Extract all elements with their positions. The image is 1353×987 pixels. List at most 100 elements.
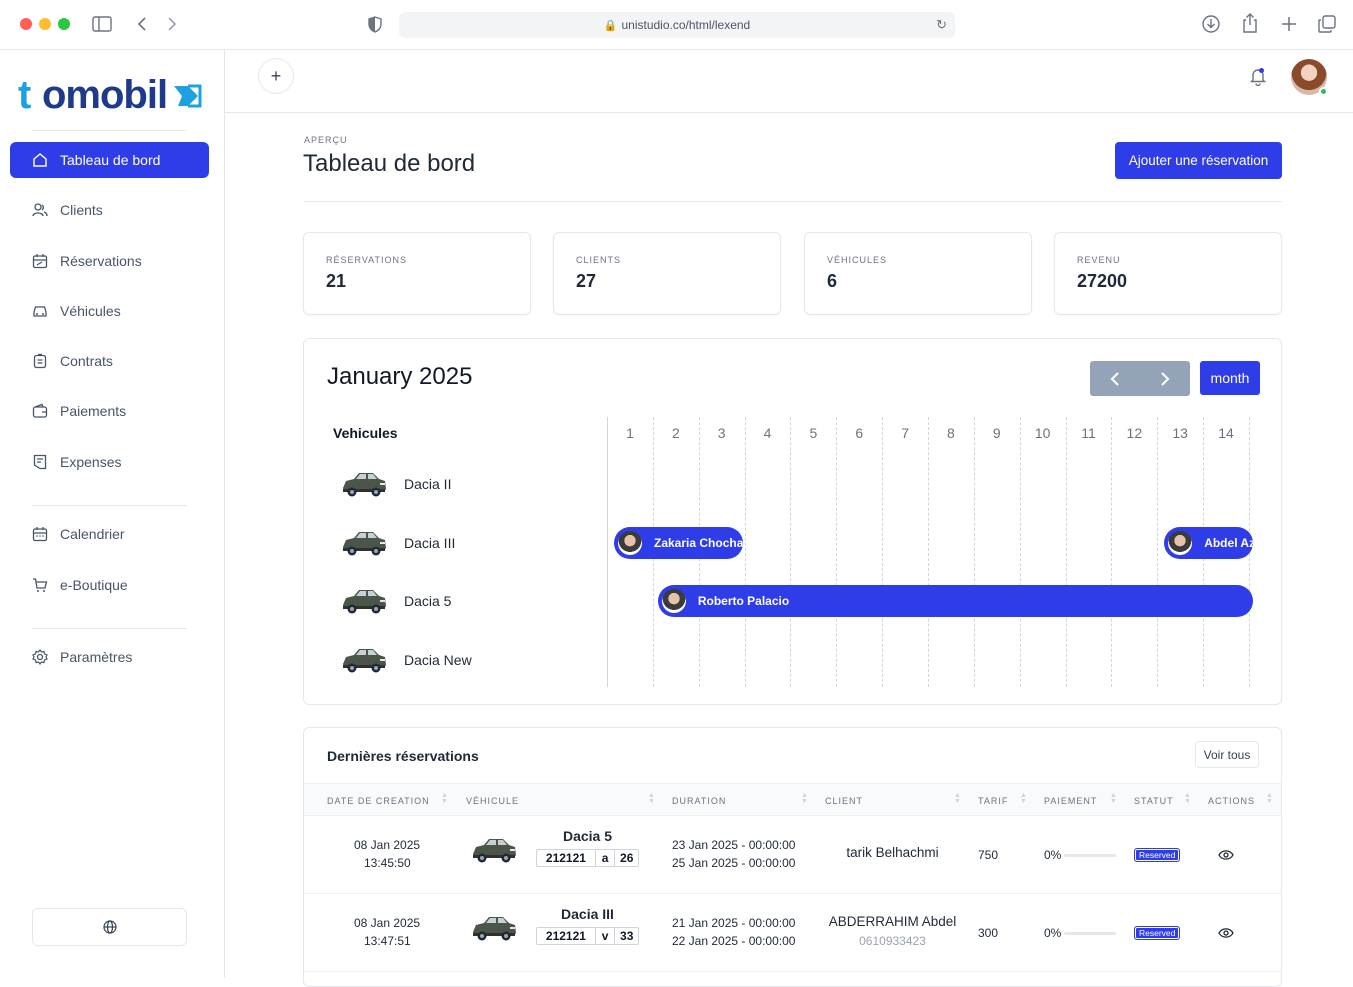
- license-plate: 212121 a 26: [536, 849, 639, 867]
- view-all-button[interactable]: Voir tous: [1195, 741, 1259, 768]
- header-divider: [304, 201, 1282, 202]
- sidebar-item-calendrier[interactable]: Calendrier: [10, 516, 209, 552]
- sort-icon[interactable]: ▲ ▼: [954, 792, 961, 805]
- sidebar-item-paiements[interactable]: Paiements: [10, 393, 209, 429]
- payment-percent: 0%: [1044, 848, 1062, 862]
- stat-value: 27: [576, 271, 597, 291]
- page-title: Tableau de bord: [303, 150, 476, 177]
- stat-label: CLIENTS: [576, 255, 622, 265]
- browser-toolbar: 🔒 unistudio.co/html/lexend ↻: [0, 0, 1353, 50]
- sort-icon[interactable]: ▲ ▼: [1020, 792, 1027, 805]
- eye-icon[interactable]: [1218, 849, 1234, 861]
- sidebar-item-parametres[interactable]: Paramètres: [10, 639, 209, 675]
- shield-icon[interactable]: [368, 16, 382, 33]
- sidebar-item-tableau-de-bord[interactable]: Tableau de bord: [10, 142, 209, 178]
- chevron-right-icon: [1161, 371, 1170, 386]
- column-header-client[interactable]: CLIENT: [825, 796, 863, 806]
- reload-icon[interactable]: ↻: [936, 12, 947, 38]
- plate-letter: a: [596, 850, 616, 866]
- vehicle-name: Dacia New: [404, 652, 472, 669]
- calendar-next-button[interactable]: [1140, 361, 1190, 396]
- gear-icon: [32, 649, 48, 665]
- sort-icon[interactable]: ▲ ▼: [441, 792, 448, 805]
- sidebar-item-reservations[interactable]: Réservations: [10, 243, 209, 279]
- day-column[interactable]: [1157, 417, 1159, 687]
- eye-icon[interactable]: [1218, 927, 1234, 939]
- day-column[interactable]: [1065, 417, 1067, 687]
- new-tab-icon[interactable]: [1281, 16, 1297, 32]
- tabs-overview-icon[interactable]: [1318, 15, 1336, 33]
- sort-icon[interactable]: ▲ ▼: [1266, 792, 1273, 805]
- table-row[interactable]: 08 Jan 2025 13:47:51 Dacia III 212121 v 33 21 …: [304, 894, 1281, 972]
- svg-text:omobil: omobil: [42, 73, 167, 116]
- logo[interactable]: t omobil: [18, 72, 202, 120]
- vehicle-name: Dacia III: [404, 534, 456, 551]
- day-column[interactable]: [973, 417, 975, 687]
- day-column[interactable]: [607, 417, 608, 687]
- sidebar-item-label: Expenses: [60, 454, 122, 470]
- minimize-window-button[interactable]: [39, 18, 51, 30]
- column-header-tarif[interactable]: TARIF: [978, 796, 1008, 806]
- client-name[interactable]: ABDERRAHIM Abdel: [814, 914, 971, 929]
- language-button[interactable]: [32, 908, 187, 946]
- day-number: 13: [1172, 425, 1188, 441]
- stat-label: RÉSERVATIONS: [326, 255, 408, 265]
- calendar-view-month-button[interactable]: month: [1200, 361, 1260, 395]
- plate-region: 33: [620, 929, 634, 943]
- reservation-event[interactable]: Abdel Azahar: [1164, 526, 1253, 559]
- day-column[interactable]: [836, 417, 838, 687]
- bell-icon[interactable]: [1248, 66, 1268, 86]
- share-icon[interactable]: [1242, 13, 1258, 33]
- svg-text:t: t: [18, 73, 31, 116]
- vehicle-name: Dacia 5: [404, 593, 452, 610]
- day-column[interactable]: [744, 417, 746, 687]
- reservation-event[interactable]: Roberto Palacio: [657, 585, 1253, 618]
- day-column[interactable]: [1111, 417, 1113, 687]
- column-header-date[interactable]: DATE DE CREATION: [327, 796, 430, 806]
- sort-icon[interactable]: ▲ ▼: [1184, 792, 1191, 805]
- license-plate: 212121 v 33: [536, 927, 639, 945]
- column-header-paiement[interactable]: PAIEMENT: [1044, 796, 1097, 806]
- column-header-duration[interactable]: DURATION: [672, 796, 726, 806]
- sidebar-divider: [32, 628, 187, 629]
- day-column[interactable]: [882, 417, 884, 687]
- column-header-vehicule[interactable]: VÉHICULE: [466, 796, 519, 806]
- reservation-event[interactable]: Zakaria Chochae: [614, 526, 743, 559]
- duration-end: 22 Jan 2025 - 00:00:00: [672, 934, 796, 948]
- column-header-statut[interactable]: STATUT: [1134, 796, 1174, 806]
- calendar-prev-button[interactable]: [1090, 361, 1140, 396]
- sort-icon[interactable]: ▲ ▼: [1110, 792, 1117, 805]
- client-avatar: [618, 530, 642, 555]
- table-row[interactable]: 08 Jan 2025 13:45:50 Dacia 5 212121 a 26 23 Ja…: [304, 816, 1281, 894]
- day-column[interactable]: [1019, 417, 1021, 687]
- back-icon[interactable]: [136, 16, 148, 32]
- sidebar-item-contrats[interactable]: Contrats: [10, 343, 209, 379]
- day-number: 11: [1081, 425, 1096, 441]
- day-number: 6: [855, 425, 864, 441]
- users-icon: [32, 202, 48, 218]
- column-header-actions[interactable]: ACTIONS: [1208, 796, 1255, 806]
- plate-number: 212121: [537, 850, 596, 866]
- sidebar-item-expenses[interactable]: Expenses: [10, 444, 209, 480]
- download-icon[interactable]: [1202, 15, 1220, 33]
- sort-icon[interactable]: ▲ ▼: [648, 792, 655, 805]
- add-reservation-button[interactable]: Ajouter une réservation: [1115, 142, 1282, 179]
- forward-icon[interactable]: [166, 16, 178, 32]
- sort-icon[interactable]: ▲ ▼: [801, 792, 808, 805]
- sidebar-item-clients[interactable]: Clients: [10, 192, 209, 228]
- sidebar-item-label: Contrats: [60, 353, 113, 369]
- online-status-dot: [1319, 87, 1328, 96]
- day-column[interactable]: [927, 417, 929, 687]
- day-column[interactable]: [790, 417, 792, 687]
- day-number: 1: [626, 425, 634, 441]
- sidebar-toggle-icon[interactable]: [92, 16, 112, 32]
- close-window-button[interactable]: [20, 18, 32, 30]
- payment-percent: 0%: [1044, 926, 1062, 940]
- client-name[interactable]: tarik Belhachmi: [814, 845, 971, 860]
- event-client-name: Zakaria Chochae: [654, 535, 743, 550]
- sidebar-item-vehicules[interactable]: Véhicules: [10, 293, 209, 329]
- address-bar[interactable]: 🔒 unistudio.co/html/lexend ↻: [399, 12, 955, 38]
- sidebar-item-e-boutique[interactable]: e-Boutique: [10, 567, 209, 603]
- quick-add-button[interactable]: +: [258, 58, 294, 94]
- maximize-window-button[interactable]: [58, 18, 70, 30]
